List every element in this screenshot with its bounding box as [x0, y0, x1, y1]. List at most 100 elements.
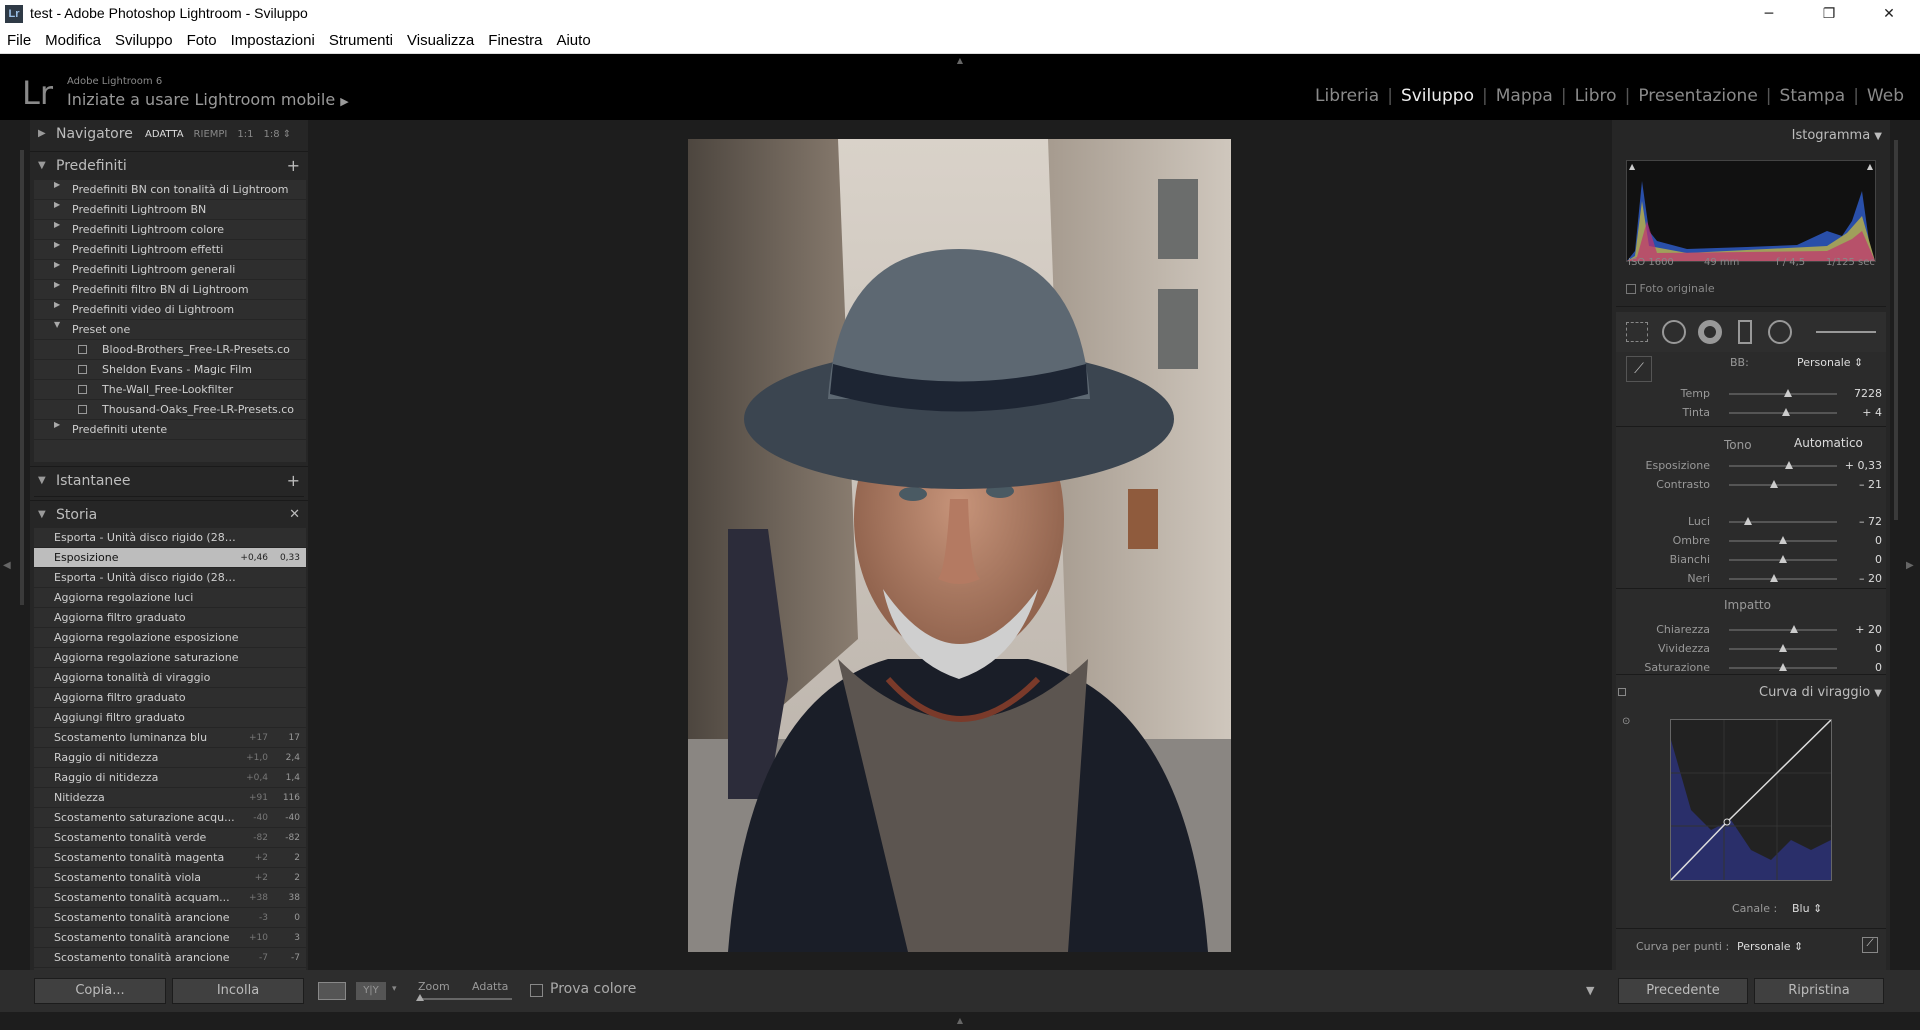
auto-tone-button[interactable]: Automatico: [1794, 436, 1863, 450]
history-item[interactable]: Aggiorna regolazione esposizione: [34, 628, 306, 648]
history-item[interactable]: Esposizione +0,46 0,33: [34, 548, 306, 568]
right-panel-scrollbar[interactable]: [1894, 140, 1898, 520]
slider-vividezza[interactable]: Vividezza 0: [1612, 641, 1890, 657]
history-item[interactable]: Aggiungi filtro graduato: [34, 708, 306, 728]
eyedropper-icon[interactable]: ⟋: [1626, 356, 1652, 382]
preset-item[interactable]: The-Wall_Free-Lookfilter: [34, 380, 306, 400]
collapsed-triangle-icon[interactable]: ▶: [54, 260, 60, 269]
history-item[interactable]: Scostamento tonalità arancione -7 -7: [34, 948, 306, 968]
zoom-slider[interactable]: [418, 998, 512, 1000]
crop-tool-icon[interactable]: [1626, 322, 1648, 342]
slider-track[interactable]: [1729, 465, 1837, 467]
tone-curve-graph[interactable]: [1670, 719, 1832, 881]
collapsed-triangle-icon[interactable]: ▶: [54, 220, 60, 229]
slider-knob[interactable]: [1782, 408, 1791, 416]
original-photo-toggle[interactable]: Foto originale: [1626, 282, 1715, 295]
slider-neri[interactable]: Neri – 20: [1612, 571, 1890, 587]
histogram-chart[interactable]: ▲ ▲: [1626, 160, 1876, 262]
slider-ombre[interactable]: Ombre 0: [1612, 533, 1890, 549]
tone-curve-header[interactable]: Curva di viraggio ▼: [1759, 685, 1882, 700]
slider-value[interactable]: – 21: [1859, 478, 1882, 491]
module-sviluppo[interactable]: Sviluppo: [1393, 86, 1482, 106]
history-item[interactable]: Scostamento luminanza blu +17 17: [34, 728, 306, 748]
preset-item[interactable]: ▶ Predefiniti video di Lightroom: [34, 300, 306, 320]
toolbar-menu-icon[interactable]: ▼: [1586, 984, 1594, 997]
history-item[interactable]: Aggiorna filtro graduato: [34, 608, 306, 628]
add-snapshot-icon[interactable]: +: [287, 471, 300, 490]
zoom-slider-knob[interactable]: [416, 994, 424, 1001]
preset-item[interactable]: ▶ Predefiniti Lightroom generali: [34, 260, 306, 280]
collapsed-triangle-icon[interactable]: ▶: [54, 420, 60, 429]
mobile-link[interactable]: Iniziate a usare Lightroom mobile ▶: [67, 90, 349, 109]
slider-value[interactable]: 0: [1875, 661, 1882, 674]
slider-value[interactable]: – 20: [1859, 572, 1882, 585]
minimize-button[interactable]: ─: [1746, 2, 1792, 26]
slider-track[interactable]: [1729, 578, 1837, 580]
slider-contrasto[interactable]: Contrasto – 21: [1612, 477, 1890, 493]
menu-sviluppo[interactable]: Sviluppo: [108, 28, 180, 54]
red-eye-icon[interactable]: [1698, 320, 1722, 344]
history-item[interactable]: Esporta - Unità disco rigido (28/01/2018…: [34, 528, 306, 548]
slider-tinta[interactable]: Tinta + 4: [1612, 405, 1890, 421]
add-preset-icon[interactable]: +: [287, 156, 300, 175]
history-item[interactable]: Raggio di nitidezza +0,4 1,4: [34, 768, 306, 788]
point-curve-select[interactable]: Personale ⇕: [1737, 940, 1803, 953]
slider-knob[interactable]: [1785, 461, 1794, 469]
slider-chiarezza[interactable]: Chiarezza + 20: [1612, 622, 1890, 638]
right-panel-grip-icon[interactable]: ▶: [1906, 560, 1914, 571]
preset-item[interactable]: ▶ Predefiniti Lightroom colore: [34, 220, 306, 240]
menu-modifica[interactable]: Modifica: [38, 28, 108, 54]
shadow-clipping-icon[interactable]: ▲: [1629, 162, 1635, 171]
slider-knob[interactable]: [1784, 389, 1793, 397]
menu-visualizza[interactable]: Visualizza: [400, 28, 481, 54]
collapsed-triangle-icon[interactable]: ▶: [54, 280, 60, 289]
loupe-view-icon[interactable]: [318, 982, 346, 1000]
preset-item[interactable]: ▶ Predefiniti Lightroom effetti: [34, 240, 306, 260]
zoom-custom-option[interactable]: 1:8 ⇕: [263, 129, 291, 140]
left-panel-grip-icon[interactable]: ◀: [3, 560, 11, 571]
before-after-button[interactable]: Y|Y: [356, 982, 386, 1000]
slider-knob[interactable]: [1770, 480, 1779, 488]
preset-item[interactable]: ▼ Preset one: [34, 320, 306, 340]
panel-toggle-switch[interactable]: [1618, 688, 1626, 696]
history-item[interactable]: Scostamento tonalità verde -82 -82: [34, 828, 306, 848]
module-web[interactable]: Web: [1859, 86, 1912, 106]
history-item[interactable]: Aggiorna filtro graduato: [34, 688, 306, 708]
preset-item[interactable]: ▶ Predefiniti utente: [34, 420, 306, 440]
module-libreria[interactable]: Libreria: [1307, 86, 1387, 106]
presets-header[interactable]: ▼ Predefiniti +: [30, 151, 308, 181]
close-button[interactable]: ✕: [1866, 2, 1912, 26]
collapsed-triangle-icon[interactable]: ▶: [54, 180, 60, 189]
history-item[interactable]: Scostamento saturazione acqu... -40 -40: [34, 808, 306, 828]
history-item[interactable]: Nitidezza +91 116: [34, 788, 306, 808]
left-panel-scrollbar[interactable]: [20, 150, 24, 605]
target-adjust-icon[interactable]: ⊙: [1622, 716, 1630, 727]
slider-bianchi[interactable]: Bianchi 0: [1612, 552, 1890, 568]
slider-knob[interactable]: [1779, 536, 1787, 544]
slider-track[interactable]: [1729, 393, 1837, 395]
history-item[interactable]: Raggio di nitidezza +1,0 2,4: [34, 748, 306, 768]
maximize-button[interactable]: ❐: [1806, 2, 1852, 26]
slider-knob[interactable]: [1744, 517, 1753, 525]
histogram-header[interactable]: Istogramma ▼: [1792, 128, 1882, 143]
slider-esposizione[interactable]: Esposizione + 0,33: [1612, 458, 1890, 474]
collapsed-triangle-icon[interactable]: ▶: [54, 200, 60, 209]
zoom-1-1-option[interactable]: 1:1: [237, 129, 253, 140]
preset-item[interactable]: Blood-Brothers_Free-LR-Presets.co: [34, 340, 306, 360]
slider-track[interactable]: [1729, 484, 1837, 486]
history-item[interactable]: Esporta - Unità disco rigido (28/01/2018…: [34, 568, 306, 588]
channel-select[interactable]: Blu ⇕: [1792, 902, 1822, 915]
slider-knob[interactable]: [1779, 663, 1787, 671]
navigator-header[interactable]: ▶ Navigatore ADATTA RIEMPI 1:1 1:8 ⇕: [30, 120, 308, 150]
slider-temp[interactable]: Temp 7228: [1612, 386, 1890, 402]
reset-button[interactable]: Ripristina: [1754, 978, 1884, 1004]
point-curve-edit-icon[interactable]: ⟋: [1862, 937, 1878, 953]
module-stampa[interactable]: Stampa: [1772, 86, 1854, 106]
clear-history-icon[interactable]: ✕: [289, 507, 300, 522]
history-item[interactable]: Aggiorna regolazione saturazione: [34, 648, 306, 668]
history-item[interactable]: Scostamento tonalità acquam... +38 38: [34, 888, 306, 908]
preset-item[interactable]: ▶ Predefiniti Lightroom BN: [34, 200, 306, 220]
slider-knob[interactable]: [1770, 574, 1779, 582]
history-item[interactable]: Scostamento tonalità magenta +2 2: [34, 848, 306, 868]
wb-select[interactable]: Personale ⇕: [1797, 356, 1863, 369]
